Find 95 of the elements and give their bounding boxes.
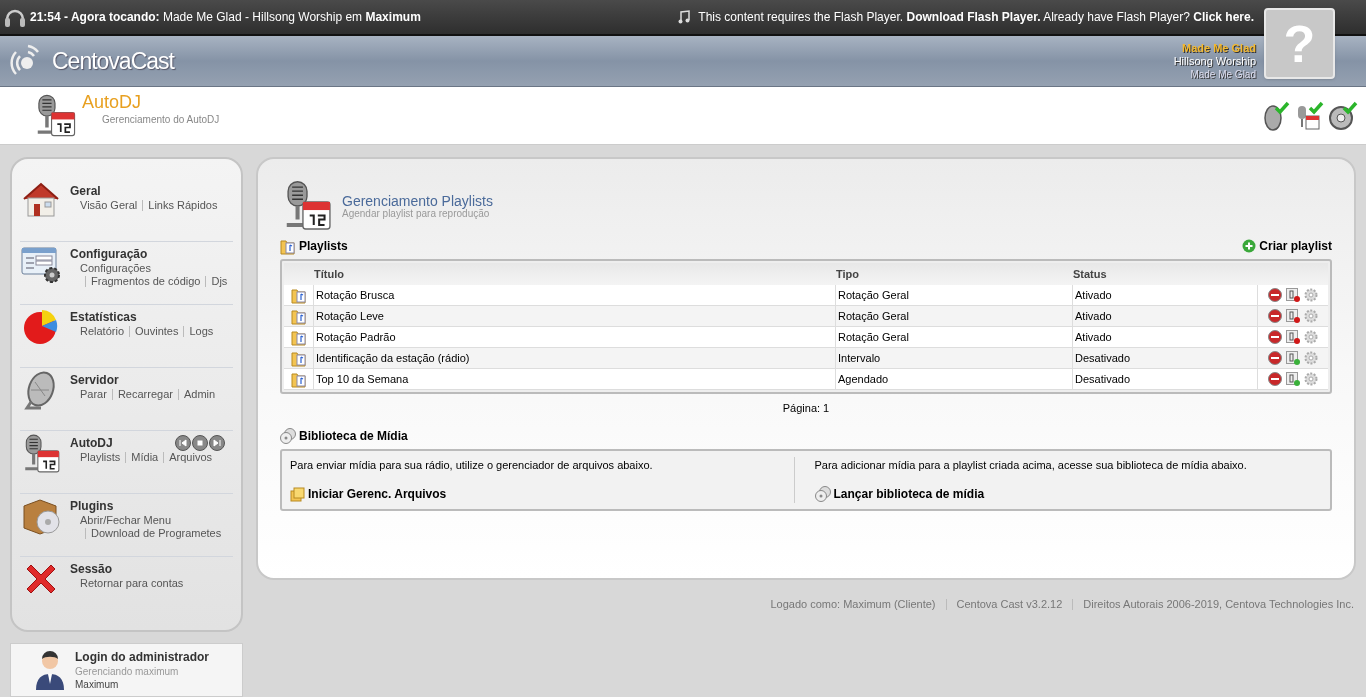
sidebar-link[interactable]: Abrir/Fechar Menu: [80, 514, 172, 527]
footer-text: Logado como: Maximum (Cliente): [770, 597, 936, 612]
admin-user: Maximum: [75, 678, 120, 691]
create-playlist-link[interactable]: Criar playlist: [1242, 237, 1332, 255]
remove-icon[interactable]: [1268, 330, 1282, 344]
table-cell: Intervalo: [836, 348, 1073, 368]
stop-icon: [196, 439, 204, 447]
sidebar-link[interactable]: Recarregar: [117, 388, 173, 401]
sidebar-link[interactable]: Logs: [189, 325, 214, 338]
table-cell: Agendado: [836, 369, 1073, 389]
table-cell: Desativado: [1073, 369, 1258, 389]
column-header: Tipo: [836, 266, 860, 282]
table-cell: Ativado: [1073, 285, 1258, 305]
playlists-folder-icon: [280, 237, 296, 255]
table-cell: Rotação Padrão: [314, 327, 836, 347]
stop-button[interactable]: [192, 435, 208, 451]
sidebar-link[interactable]: Fragmentos de código: [91, 275, 201, 288]
remove-icon[interactable]: [1268, 351, 1282, 365]
skip-forward-icon: [213, 439, 221, 447]
person-icon: [33, 650, 67, 690]
toggle-icon[interactable]: [1286, 309, 1300, 323]
toggle-icon[interactable]: [1286, 372, 1300, 386]
sidebar-link[interactable]: Arquivos: [169, 451, 213, 464]
library-heading: Biblioteca de Mídia: [299, 427, 408, 445]
footer-text: Direitos Autorais 2006-2019, Centova Technologies Inc.: [1083, 597, 1354, 612]
sidebar-link[interactable]: Mídia: [131, 451, 159, 464]
files-icon: [290, 486, 305, 502]
click-here-link[interactable]: Click here.: [1193, 10, 1254, 24]
skip-forward-button[interactable]: [209, 435, 225, 451]
toggle-icon[interactable]: [1286, 351, 1300, 365]
column-header: Título: [314, 266, 345, 282]
sidebar-link[interactable]: Playlists: [80, 451, 121, 464]
sidebar-link[interactable]: Retornar para contas: [80, 577, 184, 590]
pagination-text: Página: 1: [782, 401, 830, 416]
file-manager-link[interactable]: Iniciar Gerenc. Arquivos: [290, 485, 786, 503]
sidebar-section-title: Sessão: [70, 561, 113, 577]
media-library-link[interactable]: Lançar biblioteca de mídia: [814, 485, 1310, 503]
table-cell: Identificação da estação (rádio): [314, 348, 836, 368]
table-cell: Rotação Geral: [836, 306, 1073, 326]
remove-icon[interactable]: [1268, 288, 1282, 302]
remove-icon[interactable]: [1268, 309, 1282, 323]
page-title: AutoDJ: [82, 92, 143, 112]
table-cell: Top 10 da Semana: [314, 369, 836, 389]
footer-text: Centova Cast v3.2.12: [956, 597, 1063, 612]
sidebar-link[interactable]: Configurações: [80, 262, 151, 275]
section-subtitle: Agendar playlist para reprodução: [342, 209, 490, 219]
sidebar-link[interactable]: Links Rápidos: [148, 199, 218, 212]
music-note-icon: [678, 10, 691, 24]
settings-form-icon: [20, 244, 62, 284]
library-info-text: Para adicionar mídia para a playlist criada acima, acesse sua biblioteca de mídia abaixo.: [814, 457, 1248, 473]
table-cell: Rotação Leve: [314, 306, 836, 326]
toggle-icon[interactable]: [1286, 288, 1300, 302]
flash-notice-text: This content requires the Flash Player. Download Flash Player. Already have Flash Player? Click here.: [698, 9, 1254, 26]
sidebar-section-title: Geral: [70, 183, 101, 199]
logo-text: CentovaCast: [52, 46, 174, 76]
sidebar-link[interactable]: Visão Geral: [80, 199, 138, 212]
admin-subtitle: Gerenciando maximum: [75, 665, 180, 678]
track-album: Made Me Glad: [1190, 67, 1256, 81]
track-artist: Hillsong Worship: [1173, 54, 1256, 68]
table-cell: Rotação Geral: [836, 285, 1073, 305]
library-info-text: Para enviar mídia para sua rádio, utilize o gerenciador de arquivos abaixo.: [290, 457, 654, 473]
download-flash-link[interactable]: Download Flash Player.: [906, 10, 1041, 24]
discs-icon: [814, 486, 831, 502]
question-mark: ?: [1283, 15, 1316, 72]
sidebar-link[interactable]: Admin: [183, 388, 216, 401]
page-subtitle: Gerenciamento do AutoDJ: [102, 113, 220, 127]
table-cell: Ativado: [1073, 306, 1258, 326]
skip-back-icon: [179, 439, 187, 447]
now-playing-text: 21:54 - Agora tocando: Made Me Glad - Hillsong Worship em Maximum: [30, 9, 421, 26]
disc-check-icon[interactable]: [1328, 99, 1358, 132]
discs-icon: [280, 427, 296, 444]
plus-icon: [1242, 239, 1257, 253]
remove-icon[interactable]: [1268, 372, 1282, 386]
sidebar-section-title: Servidor: [70, 372, 119, 388]
sidebar-section-title: Plugins: [70, 498, 114, 514]
column-header: Status: [1073, 266, 1107, 282]
sidebar-section-title: Estatísticas: [70, 309, 137, 325]
sidebar-link[interactable]: Relatório: [80, 325, 125, 338]
table-cell: Desativado: [1073, 348, 1258, 368]
sidebar-link[interactable]: Djs: [211, 275, 228, 288]
track-title: Made Me Glad: [1182, 41, 1256, 55]
table-cell: Rotação Brusca: [314, 285, 836, 305]
sidebar-link[interactable]: Download de Programetes: [91, 527, 222, 540]
box-disc-icon: [20, 496, 62, 536]
admin-title: Login do administrador: [75, 650, 209, 665]
table-cell: Ativado: [1073, 327, 1258, 347]
toggle-icon[interactable]: [1286, 330, 1300, 344]
sidebar-section-title: AutoDJ: [70, 435, 113, 451]
skip-back-button[interactable]: [175, 435, 191, 451]
sidebar-section-title: Configuração: [70, 246, 148, 262]
section-title: Gerenciamento Playlists: [342, 193, 493, 209]
table-cell: Rotação Geral: [836, 327, 1073, 347]
sidebar-link[interactable]: Parar: [80, 388, 107, 401]
sidebar-link[interactable]: Ouvintes: [135, 325, 179, 338]
playlists-heading: Playlists: [299, 238, 348, 255]
